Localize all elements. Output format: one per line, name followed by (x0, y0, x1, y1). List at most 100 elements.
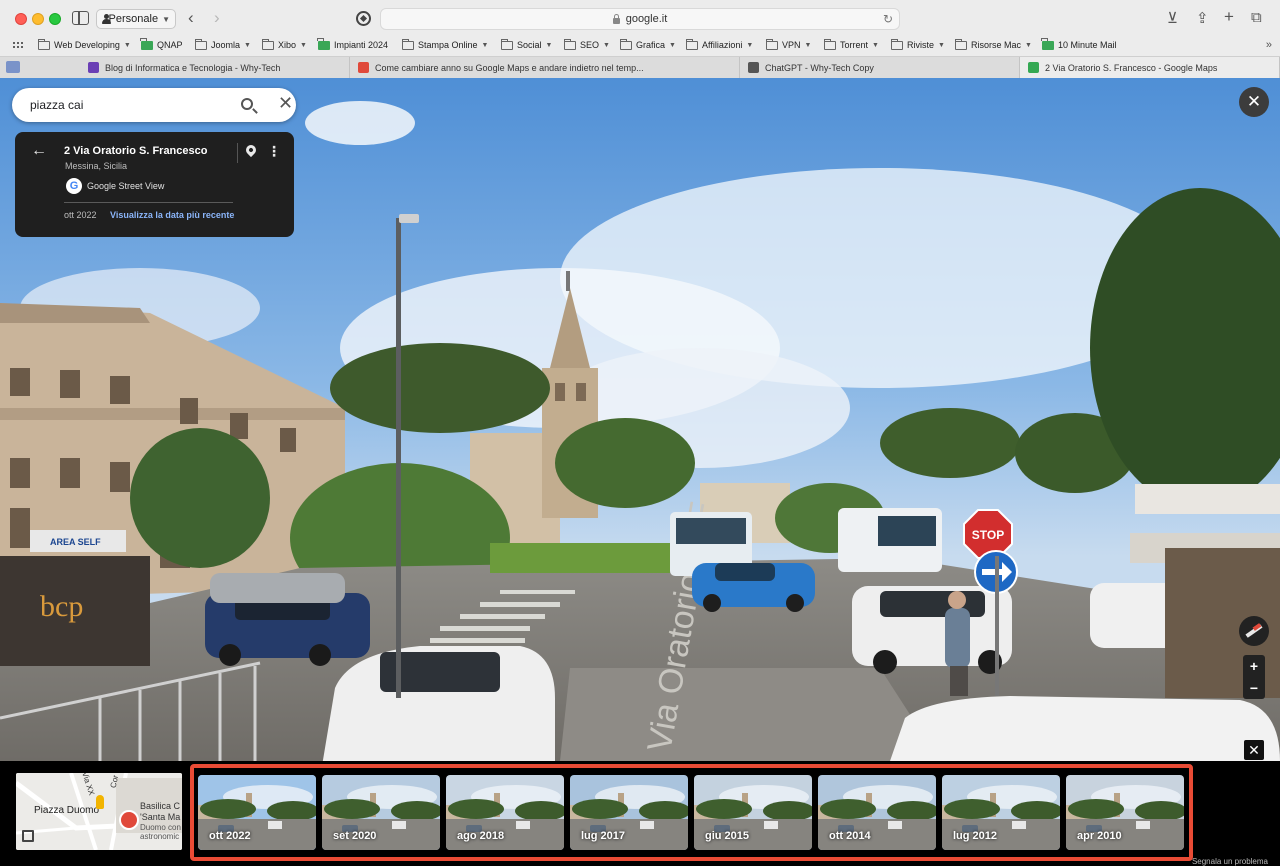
search-input[interactable] (30, 98, 220, 112)
timeline-thumbnail[interactable]: ago 2018 (446, 775, 564, 850)
divider (64, 202, 233, 203)
map-label: astronomic (140, 832, 180, 841)
more-options-icon[interactable]: ⋮ (267, 144, 281, 158)
bookmark-label: Impianti 2024 (334, 40, 389, 50)
report-problem-link[interactable]: Segnala un problema (1192, 857, 1268, 866)
more-bookmarks-icon[interactable]: » (1266, 39, 1272, 51)
reload-icon[interactable]: ↻ (883, 12, 893, 26)
grid-icon[interactable] (12, 41, 23, 50)
bookmark-icon (317, 37, 330, 50)
bookmark-item[interactable]: SEO ▼ (564, 38, 610, 50)
timeline-thumbnail[interactable]: giu 2015 (694, 775, 812, 850)
sidebar-tabs-icon[interactable] (6, 61, 20, 73)
minimap[interactable]: Piazza Duomo Basilica C 'Santa Ma Duomo … (16, 773, 182, 850)
site-settings-icon[interactable] (356, 11, 371, 26)
place-title: 2 Via Oratorio S. Francesco (64, 145, 208, 157)
bookmark-label: Web Developing (54, 40, 120, 50)
chevron-down-icon: ▼ (481, 41, 489, 49)
search-icon[interactable] (241, 98, 253, 110)
bookmark-item[interactable]: Social ▼ (501, 38, 552, 50)
bookmark-item[interactable]: Grafica ▼ (620, 38, 676, 50)
timeline-thumbnail[interactable]: ott 2014 (818, 775, 936, 850)
browser-tab[interactable]: Blog di Informatica e Tecnologia - Why-T… (80, 57, 350, 78)
map-pin-icon[interactable] (243, 142, 259, 158)
timeline-thumbnail[interactable]: lug 2017 (570, 775, 688, 850)
minimize-window-button[interactable] (32, 13, 44, 25)
back-button[interactable]: ‹ (188, 8, 194, 28)
bookmark-label: QNAP (157, 40, 183, 50)
address-bar[interactable]: google.it ↻ (380, 8, 900, 30)
chevron-down-icon: ▼ (804, 41, 812, 49)
new-tab-icon[interactable]: + (1224, 7, 1234, 27)
timeline-thumbnail[interactable]: apr 2010 (1066, 775, 1184, 850)
folder-icon (38, 38, 50, 50)
tab-title: Come cambiare anno su Google Maps e anda… (375, 62, 644, 73)
bookmark-item[interactable]: Impianti 2024 (317, 37, 389, 50)
bookmark-label: Riviste (907, 40, 935, 50)
bookmark-item[interactable]: Joomla ▼ (195, 38, 251, 50)
bookmark-item[interactable]: Risorse Mac ▼ (955, 38, 1032, 50)
bookmark-item[interactable]: Torrent ▼ (824, 38, 879, 50)
chevron-down-icon: ▼ (1025, 41, 1032, 49)
forward-button[interactable]: › (214, 8, 220, 28)
chevron-down-icon: ▼ (603, 41, 610, 49)
folder-icon (564, 38, 576, 50)
bookmark-icon (1041, 37, 1054, 50)
share-icon[interactable]: ⇪ (1196, 9, 1209, 27)
compass-icon[interactable] (1239, 616, 1269, 646)
bookmark-label: 10 Minute Mail (1058, 40, 1117, 50)
back-arrow-icon[interactable]: ← (31, 142, 47, 160)
zoom-control: + − (1243, 655, 1265, 699)
bookmark-item[interactable]: VPN ▼ (766, 38, 812, 50)
timeline-thumbnail[interactable]: ott 2022 (198, 775, 316, 850)
download-icon[interactable]: ⊻ (1167, 9, 1178, 27)
tab-title: Blog di Informatica e Tecnologia - Why-T… (105, 62, 281, 73)
folder-icon (891, 38, 903, 50)
browser-tab[interactable]: Come cambiare anno su Google Maps e anda… (350, 57, 740, 78)
favicon-icon (358, 62, 369, 73)
profile-button[interactable]: Personale ▼ (96, 9, 176, 29)
timeline-date-label: ott 2014 (829, 830, 871, 842)
clear-search-icon[interactable]: ✕ (278, 93, 293, 114)
bookmark-label: Xibo (278, 40, 297, 50)
chevron-down-icon: ▼ (244, 41, 251, 49)
sidebar-toggle-icon[interactable] (72, 11, 89, 25)
bookmark-label: Social (517, 40, 542, 50)
chevron-down-icon: ▼ (872, 41, 879, 49)
folder-icon (766, 38, 778, 50)
map-label: Duomo con (140, 823, 181, 832)
folder-icon (955, 38, 967, 50)
bookmark-item[interactable]: QNAP (140, 37, 183, 50)
bookmark-item[interactable]: Stampa Online ▼ (402, 38, 489, 50)
zoom-in-button[interactable]: + (1243, 655, 1265, 677)
bookmark-item[interactable]: Xibo ▼ (262, 38, 307, 50)
google-logo-icon: G (66, 178, 82, 194)
fullscreen-window-button[interactable] (49, 13, 61, 25)
profile-label: Personale (108, 13, 159, 25)
timeline-thumbnail[interactable]: lug 2012 (942, 775, 1060, 850)
bookmark-label: SEO (580, 40, 600, 50)
favicon-icon (748, 62, 759, 73)
bookmark-item[interactable]: 10 Minute Mail (1041, 37, 1117, 50)
close-timeline-button[interactable]: ✕ (1244, 740, 1264, 760)
tab-bar: Blog di Informatica e Tecnologia - Why-T… (0, 56, 1280, 78)
browser-tab[interactable]: 2 Via Oratorio S. Francesco - Google Map… (1020, 57, 1280, 78)
browser-tab[interactable]: ChatGPT - Why-Tech Copy (740, 57, 1020, 78)
timeline-date-label: set 2020 (333, 830, 377, 842)
tab-overview-icon[interactable]: ⧉ (1251, 9, 1262, 26)
bookmark-item[interactable]: Affiliazioni ▼ (686, 38, 753, 50)
timeline-thumbnail[interactable]: set 2020 (322, 775, 440, 850)
folder-icon (620, 38, 632, 50)
church-marker-icon[interactable] (119, 810, 139, 830)
close-street-view-button[interactable]: ✕ (1239, 87, 1269, 117)
expand-map-icon[interactable] (22, 830, 34, 842)
zoom-out-button[interactable]: − (1243, 677, 1265, 699)
bookmark-icon (140, 37, 153, 50)
view-latest-date-link[interactable]: Visualizza la data più recente (110, 210, 234, 220)
bookmark-label: Stampa Online (418, 40, 478, 50)
bookmark-item[interactable]: Riviste ▼ (891, 38, 945, 50)
search-box[interactable]: ✕ (12, 88, 296, 122)
chevron-down-icon: ▼ (123, 41, 131, 49)
close-window-button[interactable] (15, 13, 27, 25)
bookmark-item[interactable]: Web Developing ▼ (38, 38, 131, 50)
